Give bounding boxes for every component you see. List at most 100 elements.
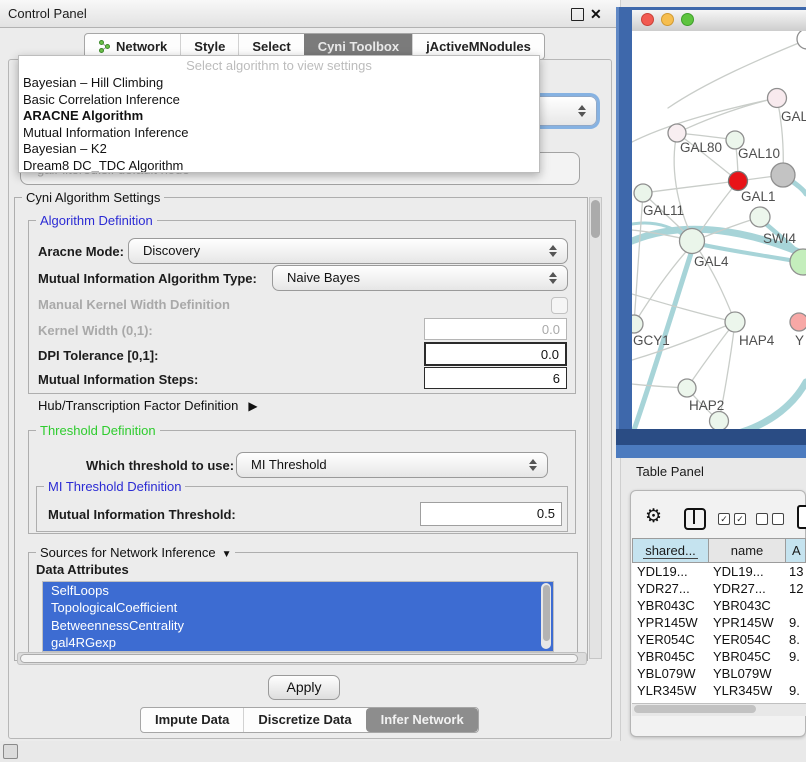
settings-horizontal-scrollbar-thumb[interactable]	[20, 654, 578, 663]
deselect-all-checkboxes-icon[interactable]	[756, 513, 784, 525]
node-label-GAL10: GAL10	[738, 146, 780, 161]
table-row[interactable]: YER054CYER054C8.	[632, 631, 806, 648]
node-label-GAL: GAL	[781, 109, 806, 124]
manual-kernel-width-label: Manual Kernel Width Definition	[38, 297, 230, 312]
node-hap2[interactable]	[678, 379, 696, 397]
select-all-checkboxes-icon[interactable]: ✓✓	[718, 513, 746, 525]
data-attributes-label: Data Attributes	[36, 562, 129, 577]
table-cell: YLR345W	[632, 682, 709, 699]
settings-vertical-scrollbar-thumb[interactable]	[591, 200, 600, 238]
network-frame-bevel	[616, 445, 806, 458]
hub-definition-label: Hub/Transcription Factor Definition	[38, 398, 238, 413]
mi-steps-field[interactable]: 6	[424, 367, 567, 389]
export-table-icon[interactable]	[797, 505, 806, 529]
node-label-HAP4: HAP4	[739, 333, 775, 348]
dropdown-item[interactable]: ARACNE Algorithm	[19, 108, 539, 125]
attribute-list-item[interactable]: TopologicalCoefficient	[43, 599, 553, 616]
table-row[interactable]: YPR145WYPR145W9.	[632, 614, 806, 631]
dropdown-item[interactable]: Bayesian – K2	[19, 141, 539, 158]
mac-minimize-button[interactable]	[661, 13, 674, 26]
sources-group-title[interactable]: Sources for Network Inference▼	[36, 545, 235, 560]
dropdown-item[interactable]: Dream8 DC_TDC Algorithm	[19, 158, 539, 174]
node-gal2[interactable]	[768, 89, 787, 108]
node-label-GAL1: GAL1	[741, 189, 776, 204]
table-body: YDL19...YDL19...13YDR27...YDR27...12YBR0…	[632, 563, 806, 703]
dpi-tolerance-field[interactable]: 0.0	[424, 342, 567, 366]
mi-algorithm-type-combobox[interactable]: Naive Bayes	[272, 265, 568, 291]
panel-grid-icon[interactable]	[3, 744, 18, 759]
attributes-scrollbar-thumb[interactable]	[543, 585, 550, 641]
table-cell: YDR27...	[632, 580, 709, 597]
expand-arrow-icon[interactable]: ▶	[248, 399, 257, 413]
table-cell: 9.	[786, 614, 806, 631]
table-cell: YDL19...	[709, 563, 786, 580]
bottom-tab-discretize-data[interactable]: Discretize Data	[243, 708, 365, 732]
aracne-mode-combobox[interactable]: Discovery	[128, 238, 568, 264]
dropdown-item[interactable]: Mutual Information Inference	[19, 125, 539, 142]
node-bottom-partial[interactable]	[710, 412, 729, 430]
table-horizontal-scrollbar-thumb[interactable]	[634, 705, 756, 713]
node-top-partial[interactable]	[797, 31, 806, 49]
table-row[interactable]: YDR27...YDR27...12	[632, 580, 806, 597]
attribute-list-item[interactable]: gal4RGexp	[43, 634, 553, 651]
collapse-arrow-icon[interactable]: ▼	[222, 549, 232, 560]
manual-kernel-width-checkbox[interactable]	[551, 297, 568, 314]
dropdown-item-list: Bayesian – Hill ClimbingBasic Correlatio…	[19, 75, 539, 173]
node-gcy1[interactable]	[632, 315, 643, 333]
dropdown-item[interactable]: Basic Correlation Inference	[19, 92, 539, 109]
node-salmon[interactable]	[790, 313, 806, 331]
float-panel-icon[interactable]	[571, 8, 584, 21]
mi-threshold-field[interactable]: 0.5	[420, 502, 562, 526]
bottom-tab-impute-data[interactable]: Impute Data	[141, 708, 243, 732]
table-cell: 9.	[786, 648, 806, 665]
column-header-name[interactable]: name	[709, 538, 786, 563]
node-red[interactable]	[729, 172, 748, 191]
table-cell: 13	[786, 563, 806, 580]
table-row[interactable]: YLR345WYLR345W9.	[632, 682, 806, 699]
mac-zoom-button[interactable]	[681, 13, 694, 26]
mi-threshold-definition-title: MI Threshold Definition	[44, 479, 185, 494]
combo-arrows-icon	[549, 272, 557, 284]
attribute-list-item[interactable]: BetweennessCentrality	[43, 617, 553, 634]
hub-definition-expander[interactable]: Hub/Transcription Factor Definition ▶	[38, 398, 258, 413]
network-edge	[632, 294, 735, 322]
bottom-tab-infer-network[interactable]: Infer Network	[366, 708, 478, 732]
table-row[interactable]: YDL19...YDL19...13	[632, 563, 806, 580]
node-gal11[interactable]	[634, 184, 652, 202]
combo-arrows-icon	[578, 105, 586, 117]
column-header-partial[interactable]: A	[786, 538, 806, 563]
table-row[interactable]: YBR043CYBR043C	[632, 597, 806, 614]
kernel-width-field[interactable]: 0.0	[424, 318, 567, 340]
table-cell: YBR043C	[709, 597, 786, 614]
node-gal4[interactable]	[680, 229, 705, 254]
settings-group-title: Cyni Algorithm Settings	[22, 190, 164, 205]
node-label-GAL80: GAL80	[680, 140, 722, 155]
mac-close-button[interactable]	[641, 13, 654, 26]
node-gray[interactable]	[771, 163, 795, 187]
network-edge	[643, 181, 738, 193]
network-edge	[742, 382, 806, 429]
node-swi4[interactable]	[750, 207, 770, 227]
network-frame-bottom	[616, 429, 806, 445]
which-threshold-combobox[interactable]: MI Threshold	[236, 452, 548, 478]
table-row[interactable]: YBR045CYBR045C9.	[632, 648, 806, 665]
network-canvas[interactable]: GALGAL80GAL10GAL1GAL11SWI4GAL4GCY1HAP4YH…	[632, 31, 806, 429]
close-icon[interactable]: ✕	[590, 4, 602, 24]
columns-icon[interactable]	[684, 508, 706, 530]
table-cell	[786, 665, 806, 682]
table-row[interactable]: YBL079WYBL079W	[632, 665, 806, 682]
table-cell: YER054C	[709, 631, 786, 648]
network-window-titlebar[interactable]	[632, 10, 806, 32]
apply-button[interactable]: Apply	[268, 675, 340, 700]
column-header-shared-name[interactable]: shared...	[632, 538, 709, 563]
kernel-width-label: Kernel Width (0,1):	[38, 323, 153, 338]
combo-arrows-icon	[529, 459, 537, 471]
dropdown-item[interactable]: Bayesian – Hill Climbing	[19, 75, 539, 92]
attribute-list-item[interactable]: SelfLoops	[43, 582, 553, 599]
network-tab-icon	[98, 40, 111, 53]
table-cell	[786, 597, 806, 614]
gear-icon[interactable]: ⚙	[645, 505, 662, 529]
settings-vertical-scrollbar[interactable]	[589, 197, 602, 659]
algorithm-definition-title: Algorithm Definition	[36, 213, 157, 228]
node-hap4[interactable]	[725, 312, 745, 332]
